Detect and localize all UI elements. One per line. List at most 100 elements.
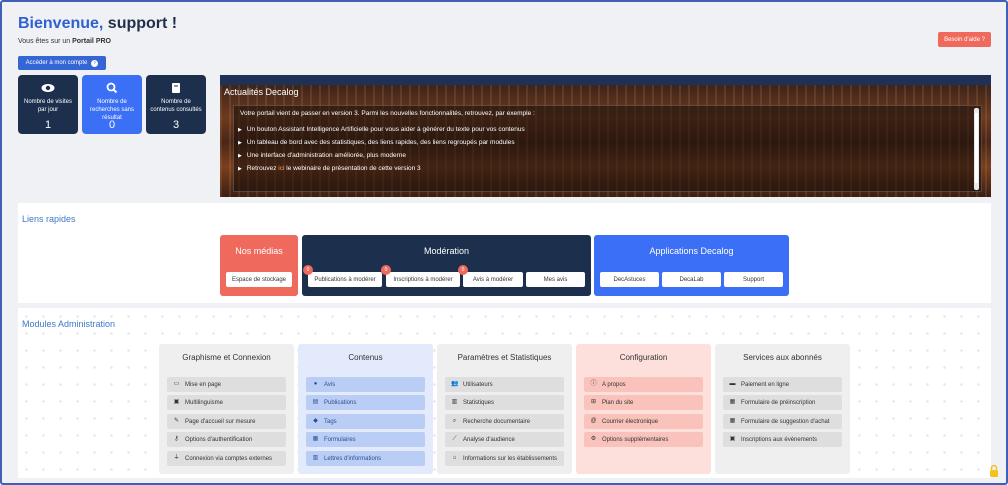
support-button[interactable]: Support	[724, 272, 783, 287]
lock-icon[interactable]	[989, 464, 999, 478]
decalab-button[interactable]: DecaLab	[662, 272, 721, 287]
storage-button[interactable]: Espace de stockage	[226, 272, 292, 287]
scrollbar-thumb[interactable]	[975, 113, 978, 183]
module-item-a-propos[interactable]: ⓘ A propos	[584, 377, 703, 392]
help-button[interactable]: Besoin d'aide ?	[938, 32, 991, 47]
module-item-label: Options supplémentaires	[602, 436, 669, 443]
my-reviews-button[interactable]: Mes avis	[526, 272, 585, 287]
module-item-suggestion[interactable]: ▦ Formulaire de suggestion d'achat	[723, 414, 842, 429]
news-content[interactable]: Votre portail vient de passer en version…	[233, 105, 982, 192]
module-item-options[interactable]: ⚙ Options supplémentaires	[584, 432, 703, 447]
calendar-icon: ▣	[729, 436, 736, 442]
pencil-icon: ✎	[173, 418, 180, 424]
module-item-label: Connexion via comptes externes	[185, 455, 273, 462]
stat-contents: Nombre de contenus consultés 3	[146, 75, 206, 134]
module-item-statistiques[interactable]: ▥ Statistiques	[445, 395, 564, 410]
module-services: Services aux abonnés ▬ Paiement en ligne …	[715, 344, 850, 474]
bullet-icon: ▶	[238, 126, 242, 133]
module-item-tags[interactable]: ◆ Tags	[306, 414, 425, 429]
search-icon	[82, 82, 142, 94]
quick-links-title: Liens rapides	[22, 214, 76, 224]
bullet-icon: ▶	[238, 139, 242, 146]
module-configuration: Configuration ⓘ A propos ⊞ Plan du site @ C…	[576, 344, 711, 474]
news-title: Actualités Decalog	[224, 87, 299, 97]
news-item: ▶ Un tableau de bord avec des statistique…	[238, 136, 525, 149]
module-item-authentification[interactable]: ⚷ Options d'authentification	[167, 432, 286, 447]
cog-icon: ⚙	[590, 436, 597, 442]
module-item-label: Mise en page	[185, 381, 222, 388]
module-item-utilisateurs[interactable]: 👥 Utilisateurs	[445, 377, 564, 392]
module-item-comptes-externes[interactable]: ⏚ Connexion via comptes externes	[167, 451, 286, 466]
module-item-audience[interactable]: ⟋ Analyse d'audience	[445, 432, 564, 447]
module-item-label: Courrier électronique	[602, 418, 659, 425]
module-parametres: Paramètres et Statistiques 👥 Utilisateurs…	[437, 344, 572, 474]
module-item-recherche[interactable]: ⌕ Recherche documentaire	[445, 414, 564, 429]
money-icon: ▬	[729, 381, 736, 387]
news-item-text: le webinaire de présentation de cette ve…	[284, 165, 421, 172]
news-item-text: Une interface d'administration améliorée…	[246, 152, 406, 159]
file-icon: ▤	[312, 399, 319, 405]
module-item-label: Avis	[324, 381, 336, 388]
module-title: Configuration	[619, 353, 668, 362]
at-icon: @	[590, 418, 597, 424]
news-scrollbar[interactable]	[974, 108, 979, 190]
apps-title: Applications Decalog	[649, 246, 734, 256]
module-item-page-accueil[interactable]: ✎ Page d'accueil sur mesure	[167, 414, 286, 429]
account-button[interactable]: Accéder à mon compte ›	[18, 56, 106, 70]
module-item-label: Recherche documentaire	[463, 418, 531, 425]
moderation-title: Modération	[423, 246, 470, 256]
module-item-label: Statistiques	[463, 399, 495, 406]
module-item-preinscription[interactable]: ▦ Formulaire de préinscription	[723, 395, 842, 410]
module-item-lettres[interactable]: ▥ Lettres d'informations	[306, 451, 425, 466]
stat-value: 0	[108, 119, 116, 131]
stat-visits: Nombre de visites par jour 1	[18, 75, 78, 134]
button-label: Avis à modérer	[472, 276, 514, 283]
module-title: Contenus	[348, 353, 383, 362]
module-item-label: Inscriptions aux évènements	[741, 436, 818, 443]
module-item-courrier[interactable]: @ Courrier électronique	[584, 414, 703, 429]
news-item: ▶ Retrouvez ici le webinaire de présentat…	[238, 162, 525, 175]
module-item-plan-du-site[interactable]: ⊞ Plan du site	[584, 395, 703, 410]
module-item-label: Multilinguisme	[185, 399, 224, 406]
module-item-label: Page d'accueil sur mesure	[185, 418, 256, 425]
module-item-mise-en-page[interactable]: ▭ Mise en page	[167, 377, 286, 392]
page-title: Bienvenue, support !	[18, 15, 177, 33]
module-item-etablissements[interactable]: ⌂ Informations sur les établissements	[445, 451, 564, 466]
count-badge: 0	[381, 265, 391, 275]
module-item-avis[interactable]: ● Avis	[306, 377, 425, 392]
registrations-moderate-button[interactable]: 0 Inscriptions à modérer	[381, 265, 460, 287]
portal-info: Vous êtes sur un Portail PRO	[18, 38, 111, 45]
decastuces-button[interactable]: DecAstuces	[600, 272, 659, 287]
module-item-publications[interactable]: ▤ Publications	[306, 395, 425, 410]
news-item: ▶ Une interface d'administration amélioré…	[238, 149, 525, 162]
form-icon: ▦	[312, 436, 319, 442]
info-icon: ⓘ	[590, 381, 597, 387]
dashboard-frame: Bienvenue, support ! Vous êtes sur un Po…	[0, 0, 1008, 485]
users-icon: 👥	[451, 381, 459, 387]
medias-card: Nos médias Espace de stockage	[220, 235, 298, 296]
module-item-multilinguisme[interactable]: ▣ Multilinguisme	[167, 395, 286, 410]
module-item-paiement[interactable]: ▬ Paiement en ligne	[723, 377, 842, 392]
news-item-text: Un bouton Assistant Intelligence Artific…	[246, 126, 525, 133]
count-badge: 0	[458, 265, 468, 275]
user-name: support !	[103, 15, 178, 32]
chart-icon: ▥	[451, 399, 458, 405]
module-item-label: Formulaires	[324, 436, 356, 443]
module-item-formulaires[interactable]: ▦ Formulaires	[306, 432, 425, 447]
arrow-right-icon: ›	[91, 59, 99, 67]
form-icon: ▦	[729, 418, 736, 424]
portal-name: Portail PRO	[72, 38, 111, 45]
tag-icon: ◆	[313, 418, 318, 424]
comments-icon: ●	[313, 381, 318, 387]
search-icon: ⌕	[452, 418, 457, 424]
count-badge: 0	[303, 265, 313, 275]
news-item-text: Un tableau de bord avec des statistiques…	[246, 139, 515, 146]
button-label: Inscriptions à modérer	[393, 276, 453, 283]
module-contenus: Contenus ● Avis ▤ Publications ◆ Tags ▦ Form…	[298, 344, 433, 474]
module-item-evenements[interactable]: ▣ Inscriptions aux évènements	[723, 432, 842, 447]
reviews-moderate-button[interactable]: 0 Avis à modérer	[458, 265, 523, 287]
publications-moderate-button[interactable]: 0 Publications à modérer	[303, 265, 382, 287]
key-icon: ⚷	[174, 436, 179, 442]
sitemap-icon: ⊞	[590, 399, 597, 405]
module-item-label: Analyse d'audience	[463, 436, 515, 443]
